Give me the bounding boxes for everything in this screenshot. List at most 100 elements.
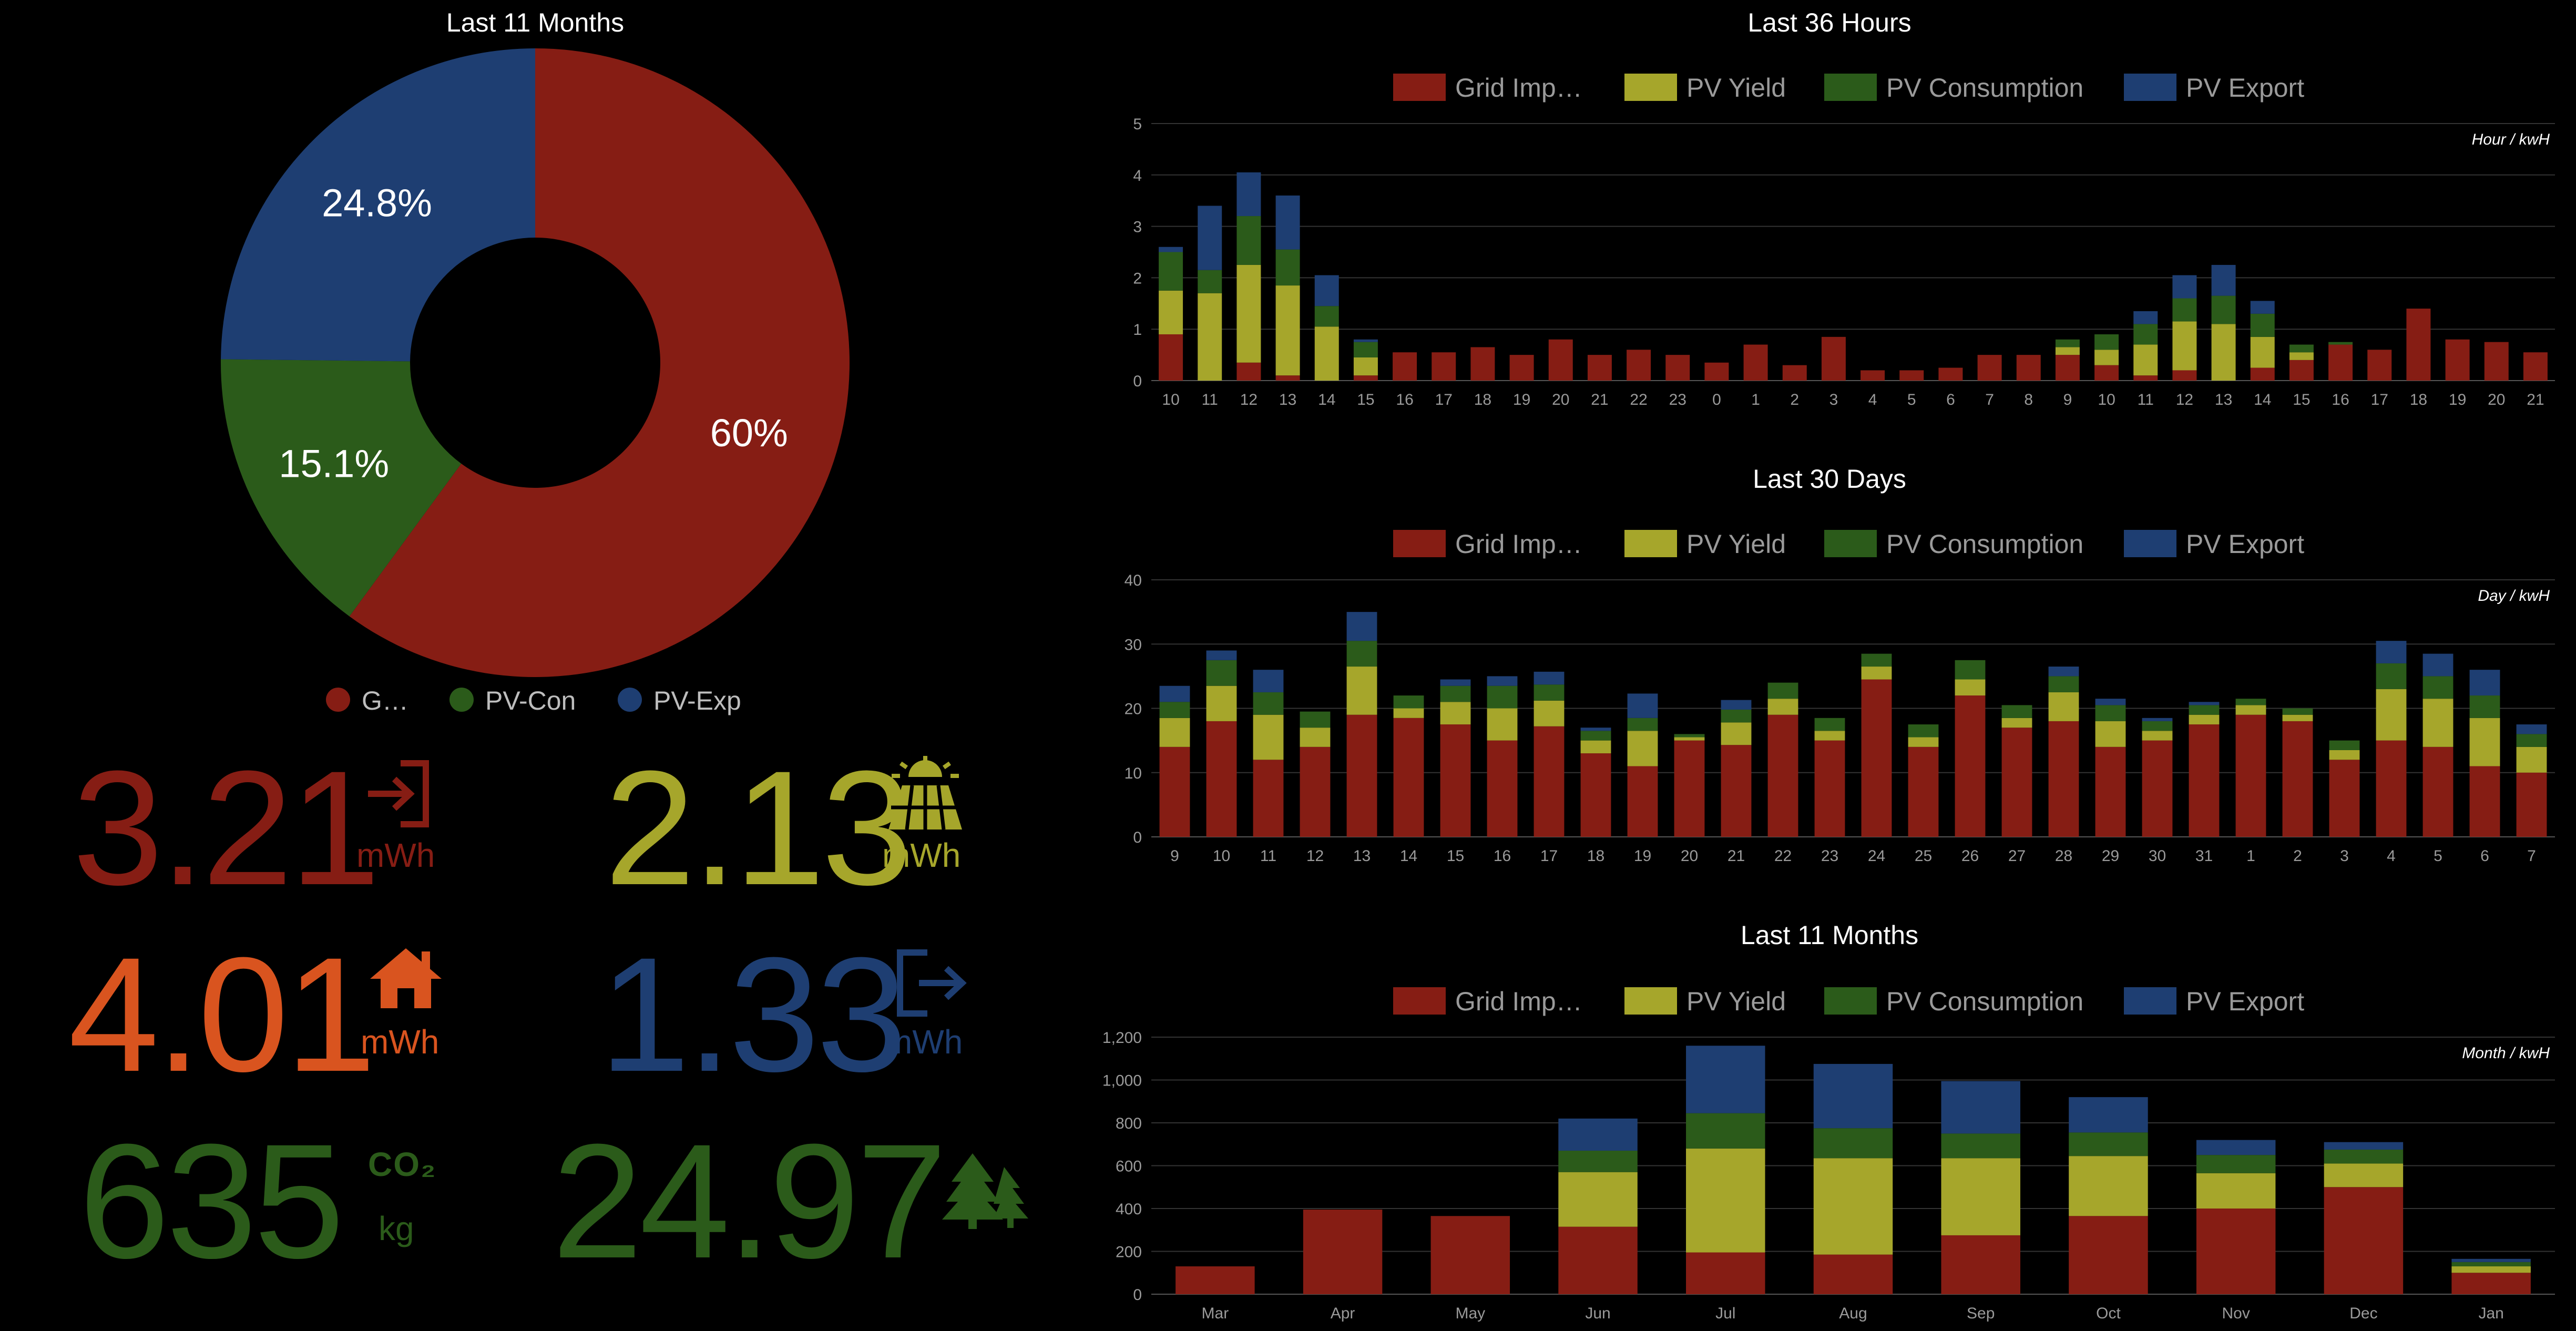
bar-segment: [2069, 1097, 2148, 1133]
x-tick-label: 5: [1907, 391, 1916, 408]
legend-dot-pv-con[interactable]: [449, 688, 474, 712]
bar-segment: [1580, 740, 1611, 754]
legend-label: PV Export: [2186, 987, 2304, 1016]
bar-segment: [1941, 1235, 2020, 1294]
months-chart-title: Last 11 Months: [1740, 920, 1919, 950]
bar-segment: [1534, 726, 1565, 837]
bar-segment: [1487, 685, 1518, 709]
legend-swatch: [1824, 987, 1877, 1015]
legend-label: Grid Imp…: [1455, 529, 1582, 559]
hours-chart-title: Last 36 Hours: [1747, 8, 1911, 37]
bar-segment: [2250, 336, 2275, 368]
bar-segment: [2094, 365, 2119, 381]
x-tick-label: 6: [1946, 391, 1955, 408]
legend-label-pv-exp[interactable]: PV-Exp: [653, 685, 741, 716]
bar-segment: [1627, 693, 1658, 718]
bar-segment: [2282, 714, 2313, 721]
bar-segment: [1721, 709, 1752, 723]
y-tick-label: 0: [1133, 829, 1142, 846]
legend-label: PV Yield: [1686, 987, 1786, 1016]
pie-slice-label: 60%: [710, 411, 788, 455]
y-tick-label: 600: [1116, 1158, 1142, 1175]
bar-segment: [1206, 685, 1237, 721]
y-tick-label: 2: [1133, 270, 1142, 287]
bar-segment: [1159, 290, 1183, 334]
x-tick-label: 17: [1540, 847, 1558, 865]
bar-segment: [1580, 728, 1611, 731]
x-tick-label: 31: [2195, 847, 2213, 865]
bar-segment: [1393, 718, 1424, 837]
x-tick-label: 19: [1634, 847, 1651, 865]
bar-segment: [1977, 355, 2002, 381]
bar-segment: [2235, 699, 2266, 705]
bar-segment: [2196, 1173, 2276, 1209]
bar-segment: [1721, 700, 1752, 710]
x-tick-label: 2: [1790, 391, 1799, 408]
x-tick-label: Nov: [2222, 1305, 2250, 1322]
bar-segment: [2376, 641, 2407, 663]
bar-segment: [2451, 1266, 2531, 1273]
bar-segment: [1627, 731, 1658, 766]
bar-segment: [1558, 1150, 1638, 1172]
hours-bar-chart: Grid Imp… PV Yield PV Consumption PV Export…: [1133, 73, 2555, 408]
bar-segment: [2289, 360, 2314, 381]
bar-segment: [1908, 724, 1939, 738]
bar-segment: [2235, 705, 2266, 715]
bar-segment: [2095, 721, 2126, 747]
kpi-co2-unit: kg: [379, 1210, 414, 1247]
x-tick-label: Jun: [1585, 1305, 1610, 1322]
bar-segment: [1253, 714, 1284, 760]
bar-segment: [1206, 721, 1237, 837]
bar-segment: [2094, 350, 2119, 365]
bar-segment: [1580, 731, 1611, 741]
bar-segment: [1813, 1063, 1893, 1129]
bar-segment: [2376, 740, 2407, 837]
x-tick-label: 19: [1513, 391, 1530, 408]
bar-segment: [1627, 350, 1651, 381]
bar-segment: [1159, 702, 1190, 718]
legend-label-pv-con[interactable]: PV-Con: [485, 685, 576, 716]
bar-segment: [1440, 702, 1471, 725]
bar-segment: [1743, 344, 1768, 381]
x-tick-label: 12: [2176, 391, 2193, 408]
bar-segment: [1275, 249, 1300, 286]
bar-segment: [2328, 344, 2353, 381]
bar-segment: [2001, 705, 2032, 718]
legend-swatch: [1624, 530, 1677, 557]
bar-segment: [2095, 746, 2126, 837]
legend-dot-pv-exp[interactable]: [618, 688, 642, 712]
x-tick-label: 21: [1591, 391, 1608, 408]
bar-segment: [2001, 728, 2032, 837]
bar-segment: [1430, 1216, 1510, 1294]
bar-segment: [1908, 737, 1939, 747]
bar-segment: [1767, 699, 1798, 715]
bar-segment: [2048, 721, 2079, 837]
legend-swatch: [1824, 74, 1877, 101]
bar-segment: [2329, 760, 2360, 837]
legend-dot-grid[interactable]: [326, 688, 350, 712]
bar-segment: [2172, 275, 2197, 299]
bar-segment: [2282, 721, 2313, 837]
bar-segment: [2289, 344, 2314, 353]
legend-label-grid[interactable]: G…: [362, 685, 408, 716]
x-tick-label: 20: [2488, 391, 2505, 408]
y-tick-label: 4: [1133, 167, 1142, 185]
legend-label: PV Export: [2186, 529, 2304, 559]
bar-segment: [1440, 685, 1471, 702]
bar-segment: [2048, 667, 2079, 677]
legend-swatch: [1824, 530, 1877, 557]
bar-segment: [1580, 753, 1611, 837]
bar-segment: [1558, 1172, 1638, 1227]
bar-segment: [2445, 339, 2470, 381]
x-tick-label: 13: [2215, 391, 2232, 408]
bar-segment: [1159, 252, 1183, 291]
x-tick-label: 13: [1279, 391, 1296, 408]
y-tick-label: 40: [1125, 572, 1142, 589]
bar-segment: [1393, 708, 1424, 718]
bar-segment: [2094, 334, 2119, 350]
x-tick-label: 14: [2254, 391, 2271, 408]
home-icon: [370, 948, 442, 1008]
kpi-grid-import-unit: mWh: [356, 836, 435, 874]
bar-segment: [1236, 264, 1261, 363]
bar-segment: [1955, 695, 1986, 837]
